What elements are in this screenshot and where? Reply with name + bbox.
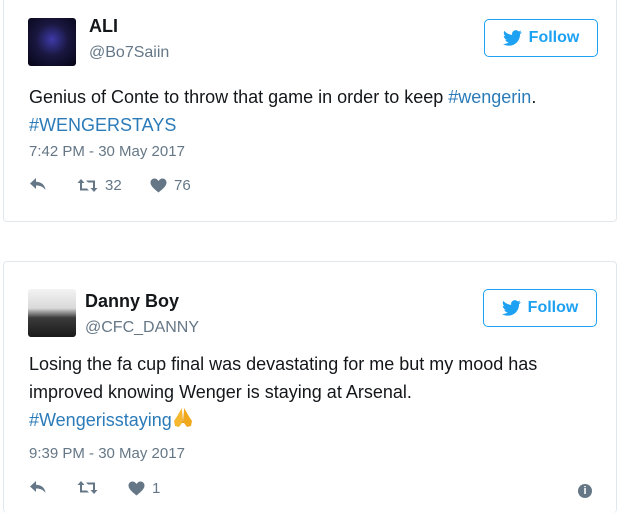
- twitter-bird-icon: [501, 300, 521, 316]
- reply-button[interactable]: [29, 480, 47, 495]
- reply-icon: [30, 481, 46, 493]
- follow-button[interactable]: Follow: [483, 289, 597, 327]
- avatar[interactable]: [28, 18, 76, 66]
- follow-label: Follow: [527, 299, 579, 316]
- heart-icon: [150, 178, 167, 193]
- display-name[interactable]: Danny Boy: [85, 291, 179, 312]
- like-button[interactable]: 1: [128, 480, 160, 497]
- folded-hands-icon: [173, 408, 192, 427]
- tweet-text: Losing the fa cup final was devastating …: [29, 350, 592, 434]
- twitter-bird-icon: [502, 30, 522, 46]
- hashtag-link[interactable]: #Wengerisstaying: [29, 410, 172, 430]
- hashtag-link[interactable]: #WENGERSTAYS: [29, 115, 176, 135]
- retweet-button[interactable]: [77, 480, 98, 495]
- tweet-text: Genius of Conte to throw that game in or…: [29, 83, 592, 139]
- reply-icon: [30, 178, 46, 190]
- retweet-button[interactable]: 32: [77, 177, 122, 194]
- display-name[interactable]: ALI: [89, 16, 118, 37]
- like-count: 1: [152, 480, 161, 497]
- timestamp[interactable]: 7:42 PM - 30 May 2017: [29, 143, 185, 160]
- tweet-card: Danny Boy @CFC_DANNY Follow Losing the f…: [3, 261, 617, 513]
- retweet-count: 32: [105, 177, 122, 194]
- like-count: 76: [174, 177, 191, 194]
- retweet-icon: [77, 179, 98, 192]
- tweet-text-part: Genius of Conte to throw that game in or…: [29, 87, 449, 107]
- timestamp[interactable]: 9:39 PM - 30 May 2017: [29, 445, 185, 462]
- avatar[interactable]: [28, 289, 76, 337]
- follow-button[interactable]: Follow: [484, 19, 598, 57]
- reply-button[interactable]: [29, 177, 47, 192]
- tweet-card: ALI @Bo7Saiin Follow Genius of Conte to …: [3, 0, 617, 222]
- tweet-text-part: Losing the fa cup final was devastating …: [29, 354, 538, 374]
- heart-icon: [128, 481, 145, 496]
- info-icon[interactable]: i: [578, 484, 592, 498]
- tweet-text-part: .: [531, 87, 537, 107]
- user-handle[interactable]: @Bo7Saiin: [89, 44, 169, 62]
- hashtag-link[interactable]: #wengerin: [448, 87, 531, 107]
- user-handle[interactable]: @CFC_DANNY: [85, 319, 199, 337]
- retweet-icon: [77, 481, 98, 494]
- follow-label: Follow: [528, 29, 580, 46]
- tweet-text-part: improved knowing Wenger is staying at Ar…: [29, 382, 412, 402]
- like-button[interactable]: 76: [150, 177, 191, 194]
